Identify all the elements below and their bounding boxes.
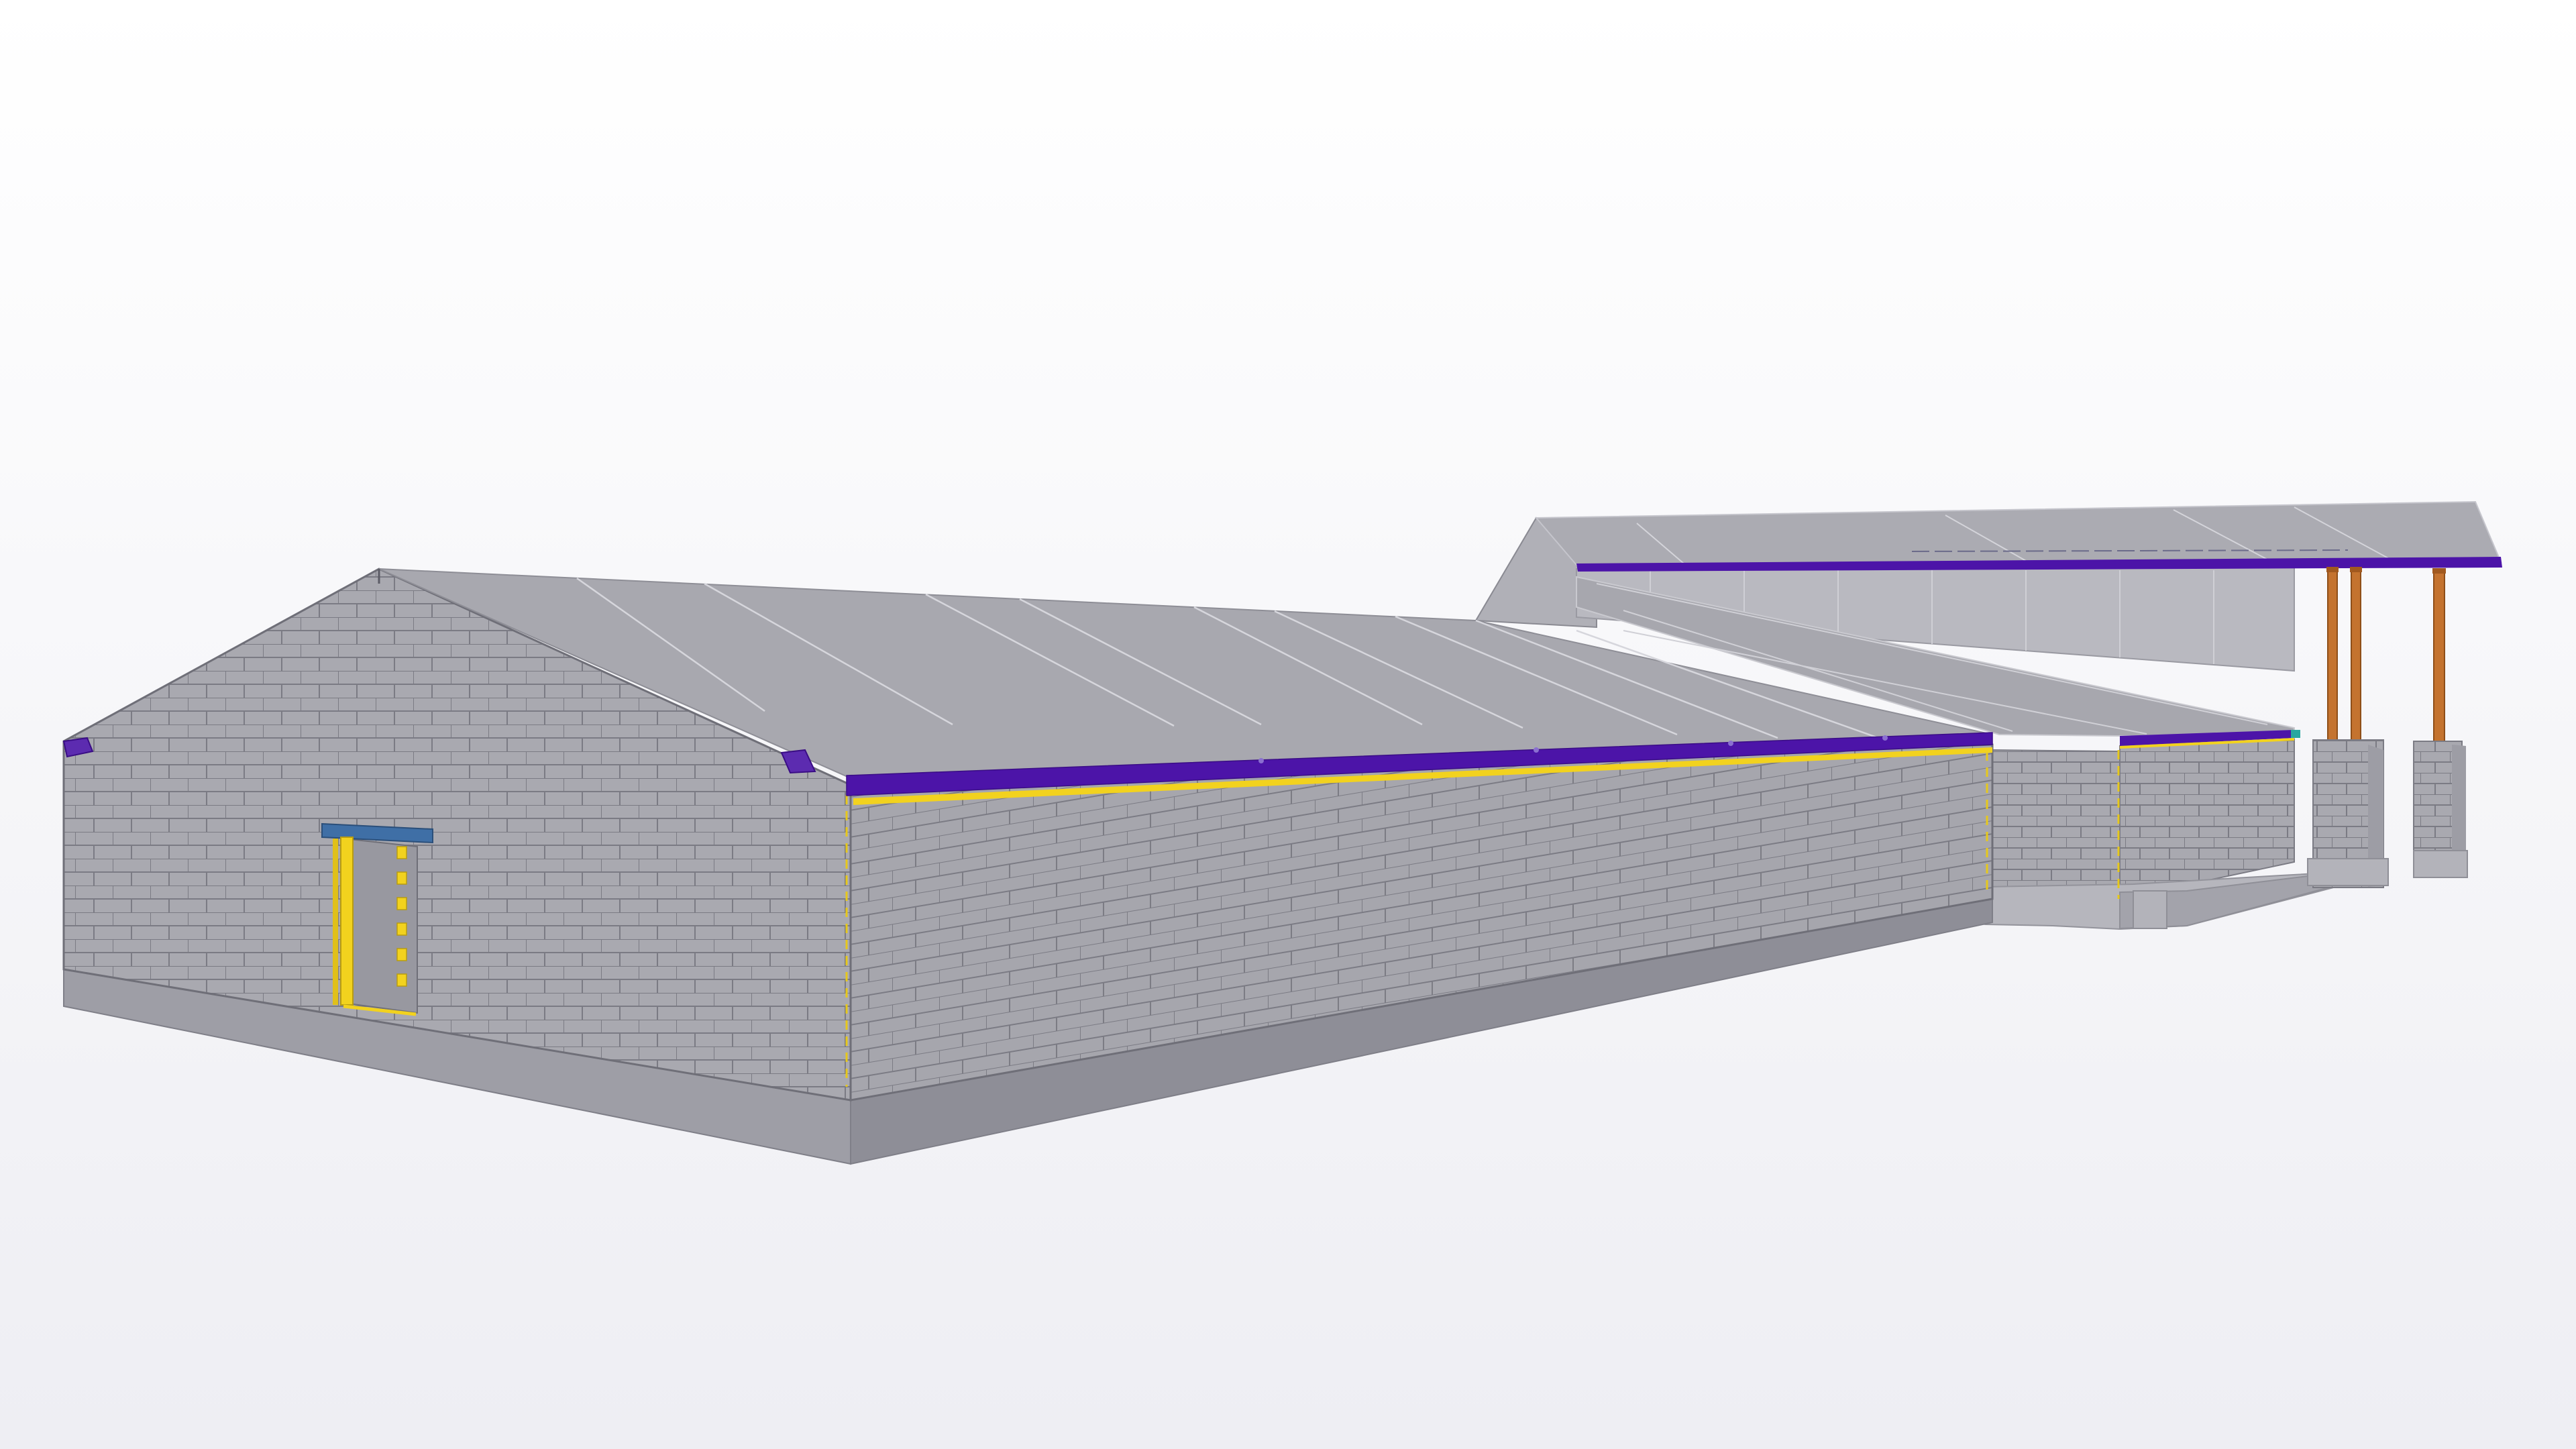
porch-step-riser bbox=[2133, 890, 2167, 929]
building-model-scene[interactable] bbox=[0, 0, 2576, 1449]
porch-column-cap bbox=[2326, 567, 2339, 572]
door-frame-left[interactable] bbox=[340, 837, 354, 1006]
porch-column-cap bbox=[2432, 568, 2446, 574]
porch-column[interactable] bbox=[2327, 568, 2338, 741]
porch-column-cap bbox=[2350, 567, 2362, 572]
annex-end-wall[interactable] bbox=[1992, 749, 2121, 904]
door-frame-left-outer bbox=[333, 839, 338, 1005]
pier-base bbox=[2307, 858, 2389, 886]
pier-base bbox=[2413, 850, 2468, 878]
porch-column[interactable] bbox=[2433, 570, 2445, 742]
porch-column[interactable] bbox=[2351, 568, 2361, 741]
3d-model-viewport[interactable] bbox=[0, 0, 2576, 1449]
annex-fascia-end-cap bbox=[2291, 730, 2300, 738]
